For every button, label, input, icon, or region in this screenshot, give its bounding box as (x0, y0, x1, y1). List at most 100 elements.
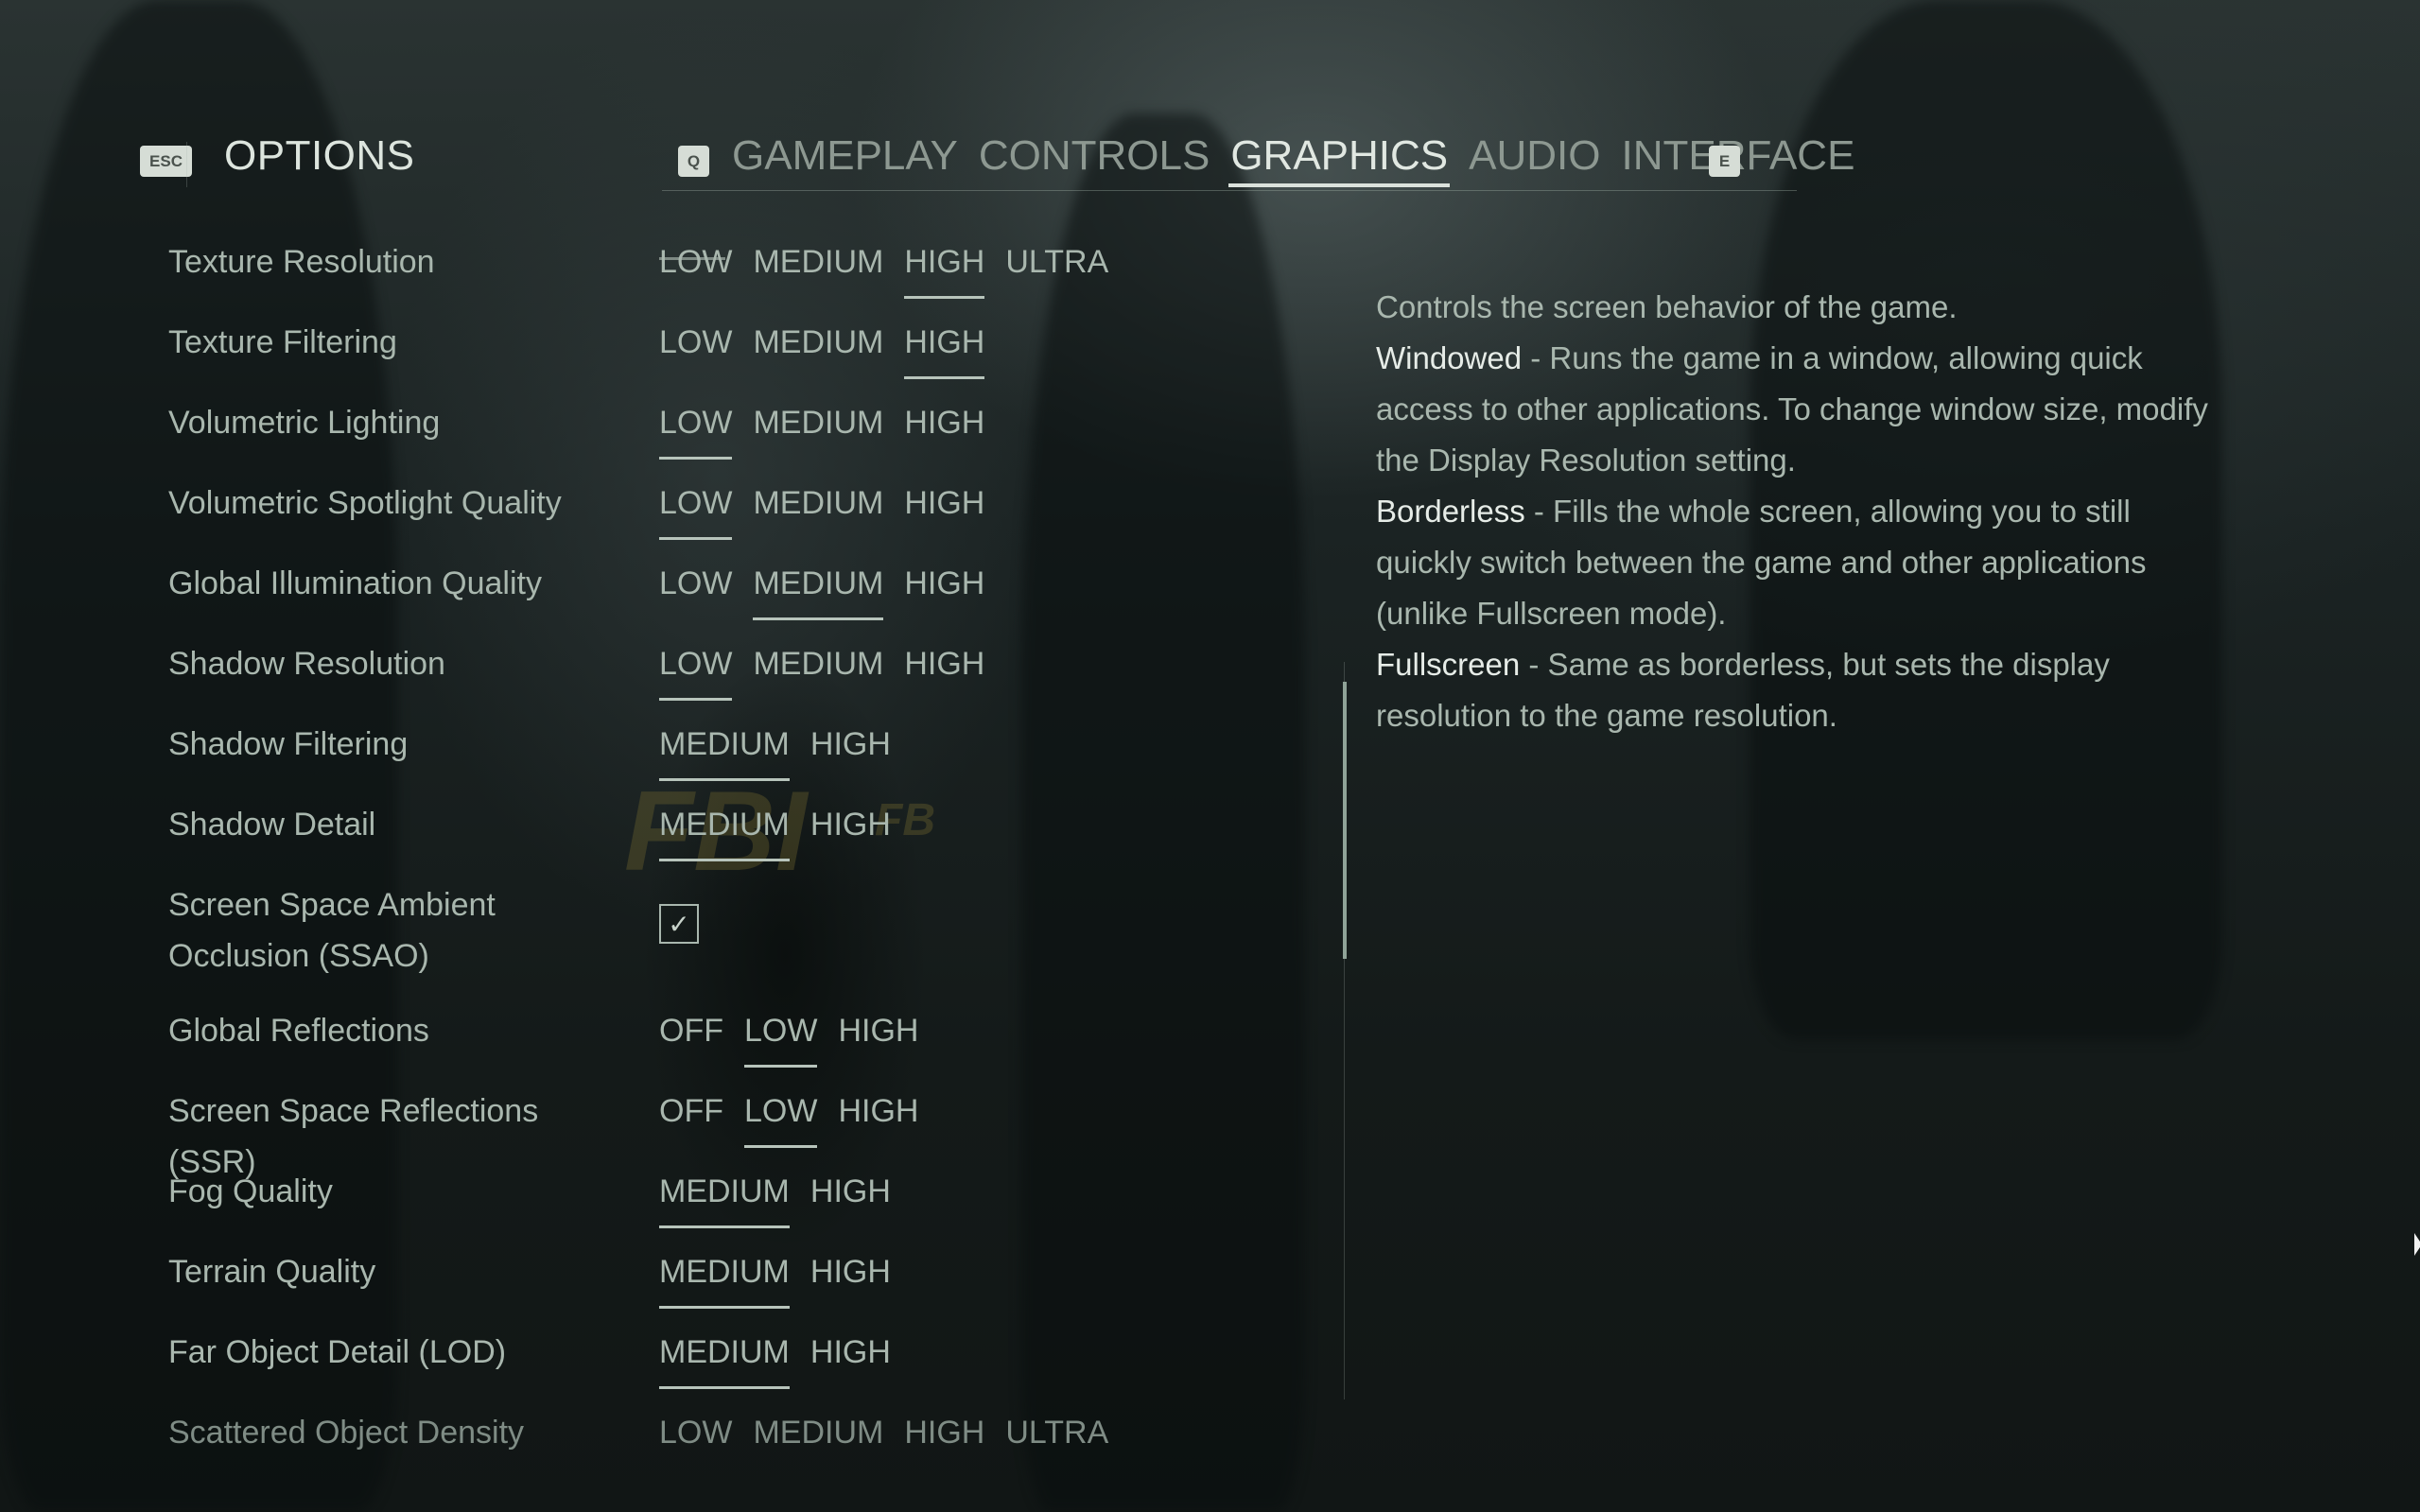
option-ultra[interactable]: ULTRA (1005, 1407, 1108, 1458)
option-medium[interactable]: MEDIUM (659, 1327, 790, 1389)
setting-label: Volumetric Spotlight Quality (168, 485, 562, 521)
option-high[interactable]: HIGH (904, 236, 985, 299)
option-high[interactable]: HIGH (810, 719, 891, 770)
option-selector: MEDIUM HIGH (659, 1246, 891, 1309)
option-selector: LOW MEDIUM HIGH (659, 397, 984, 460)
option-medium[interactable]: MEDIUM (659, 1246, 790, 1309)
option-low[interactable]: LOW (659, 236, 732, 287)
option-medium[interactable]: MEDIUM (753, 397, 883, 448)
setting-row[interactable]: Texture Filtering LOW MEDIUM HIGH (168, 317, 1341, 383)
mouse-cursor-icon (2414, 1233, 2420, 1256)
option-high[interactable]: HIGH (904, 1407, 984, 1458)
checkmark-icon: ✓ (668, 909, 690, 939)
description-term: Fullscreen (1376, 647, 1521, 682)
option-selector: LOW MEDIUM HIGH (659, 478, 984, 540)
option-high[interactable]: HIGH (838, 1005, 918, 1056)
setting-label: Global Illumination Quality (168, 565, 542, 601)
setting-label: Volumetric Lighting (168, 405, 441, 441)
option-selector: OFF LOW HIGH (659, 1086, 918, 1148)
option-off[interactable]: OFF (659, 1086, 723, 1137)
tab-underline-divider (662, 190, 1797, 191)
setting-label: Shadow Filtering (168, 726, 409, 762)
option-high[interactable]: HIGH (904, 638, 984, 689)
next-tab-key-button[interactable]: E (1709, 146, 1740, 177)
setting-row[interactable]: Terrain Quality MEDIUM HIGH (168, 1246, 1341, 1312)
setting-label: Far Object Detail (LOD) (168, 1334, 507, 1370)
option-high[interactable]: HIGH (810, 799, 891, 850)
setting-row[interactable]: Shadow Resolution LOW MEDIUM HIGH (168, 638, 1341, 704)
description-intro: Controls the screen behavior of the game… (1376, 289, 1958, 324)
setting-row[interactable]: Screen Space Ambient Occlusion (SSAO) ✓ (168, 879, 1341, 974)
setting-description: Controls the screen behavior of the game… (1376, 282, 2227, 741)
option-high[interactable]: HIGH (904, 317, 985, 379)
header-divider (186, 142, 187, 187)
option-low[interactable]: LOW (659, 558, 732, 609)
option-medium[interactable]: MEDIUM (753, 236, 883, 287)
tab-gameplay[interactable]: GAMEPLAY (732, 132, 958, 180)
setting-label: Texture Resolution (168, 244, 435, 280)
option-low[interactable]: LOW (743, 1086, 818, 1148)
option-low[interactable]: LOW (659, 478, 733, 540)
esc-key-button[interactable]: ESC (140, 146, 192, 177)
option-low[interactable]: LOW (659, 317, 732, 368)
page-title: OPTIONS (224, 132, 415, 179)
option-selector: MEDIUM HIGH (659, 1327, 891, 1389)
setting-row[interactable]: Global Illumination Quality LOW MEDIUM HIGH (168, 558, 1341, 624)
option-medium[interactable]: MEDIUM (753, 638, 883, 689)
setting-row[interactable]: Shadow Filtering MEDIUM HIGH (168, 719, 1341, 785)
setting-row[interactable]: Volumetric Lighting LOW MEDIUM HIGH (168, 397, 1341, 463)
option-selector: LOW MEDIUM HIGH (659, 558, 984, 620)
description-term: Borderless (1376, 494, 1525, 529)
setting-label: Global Reflections (168, 1013, 429, 1049)
setting-row[interactable]: Shadow Detail MEDIUM HIGH (168, 799, 1341, 865)
option-ultra[interactable]: ULTRA (1005, 236, 1108, 287)
option-high[interactable]: HIGH (904, 397, 984, 448)
tab-controls[interactable]: CONTROLS (979, 132, 1210, 180)
setting-row[interactable]: Screen Space Reflections (SSR) OFF LOW HIGH (168, 1086, 1341, 1180)
setting-label: Screen Space Ambient Occlusion (SSAO) (168, 887, 496, 974)
prev-tab-key-button[interactable]: Q (678, 146, 709, 177)
option-low[interactable]: LOW (659, 397, 733, 460)
option-high[interactable]: HIGH (810, 1166, 891, 1217)
setting-row[interactable]: Fog Quality MEDIUM HIGH (168, 1166, 1341, 1232)
option-medium[interactable]: MEDIUM (753, 558, 883, 620)
setting-label: Scattered Object Density (168, 1415, 525, 1451)
option-high[interactable]: HIGH (810, 1246, 891, 1297)
option-medium[interactable]: MEDIUM (659, 1166, 790, 1228)
tab-audio[interactable]: AUDIO (1469, 132, 1600, 180)
setting-row[interactable]: Far Object Detail (LOD) MEDIUM HIGH (168, 1327, 1341, 1393)
option-high[interactable]: HIGH (810, 1327, 891, 1378)
option-selector: MEDIUM HIGH (659, 719, 891, 781)
description-item: Windowed - Runs the game in a window, al… (1376, 333, 2227, 486)
option-selector: LOW MEDIUM HIGH (659, 317, 985, 379)
option-medium[interactable]: MEDIUM (753, 1407, 883, 1458)
option-low[interactable]: LOW (659, 1407, 732, 1458)
option-low[interactable]: LOW (743, 1005, 818, 1068)
option-medium[interactable]: MEDIUM (659, 719, 790, 781)
setting-row[interactable]: Global Reflections OFF LOW HIGH (168, 1005, 1341, 1071)
option-low[interactable]: LOW (659, 638, 733, 701)
tab-graphics[interactable]: GRAPHICS (1228, 132, 1450, 187)
option-selector: MEDIUM HIGH (659, 799, 891, 861)
option-high[interactable]: HIGH (904, 478, 984, 529)
description-item: Fullscreen - Same as borderless, but set… (1376, 639, 2227, 741)
scrollbar-thumb[interactable] (1343, 682, 1347, 959)
setting-row[interactable]: Volumetric Spotlight Quality LOW MEDIUM HIG… (168, 478, 1341, 544)
option-off[interactable]: OFF (659, 1005, 723, 1056)
option-medium[interactable]: MEDIUM (753, 317, 883, 368)
option-selector: MEDIUM HIGH (659, 1166, 891, 1228)
description-item: Borderless - Fills the whole screen, all… (1376, 486, 2227, 639)
setting-row[interactable]: Texture Resolution LOW MEDIUM HIGH ULTRA (168, 236, 1341, 303)
option-medium[interactable]: MEDIUM (659, 799, 790, 861)
setting-row[interactable]: Scattered Object Density LOW MEDIUM HIGH ULT… (168, 1407, 1341, 1473)
setting-label: Terrain Quality (168, 1254, 376, 1290)
setting-label: Shadow Detail (168, 807, 376, 843)
option-selector: LOW MEDIUM HIGH ULTRA (659, 236, 1108, 299)
option-medium[interactable]: MEDIUM (753, 478, 883, 529)
setting-label: Fog Quality (168, 1173, 333, 1209)
option-selector: OFF LOW HIGH (659, 1005, 918, 1068)
ssao-checkbox[interactable]: ✓ (659, 904, 699, 944)
option-selector: LOW MEDIUM HIGH (659, 638, 984, 701)
option-high[interactable]: HIGH (838, 1086, 918, 1137)
option-high[interactable]: HIGH (904, 558, 984, 609)
